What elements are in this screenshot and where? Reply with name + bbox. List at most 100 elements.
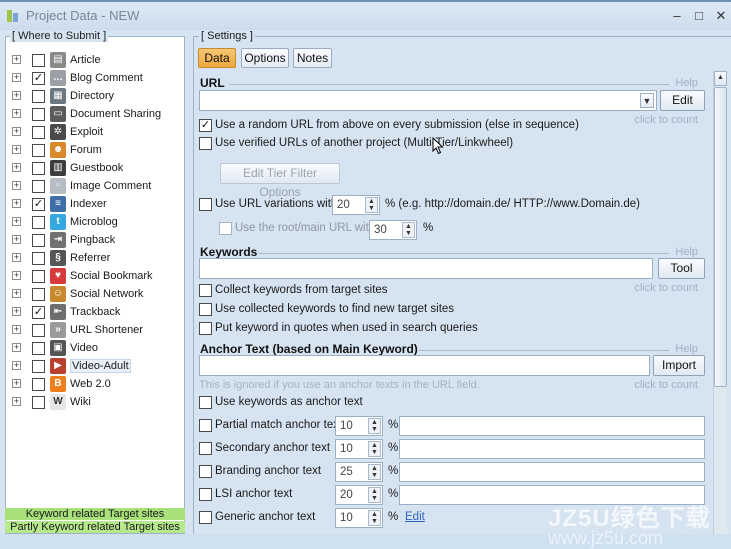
edit-tier-filter-button[interactable]: Edit Tier Filter Options bbox=[220, 163, 340, 199]
expand-icon[interactable]: + bbox=[12, 109, 21, 118]
submit-item[interactable]: + ⇥ Pingback bbox=[6, 231, 184, 249]
url-edit-button[interactable]: Edit bbox=[660, 90, 705, 111]
keyword-option[interactable]: Use collected keywords to find new targe… bbox=[197, 303, 707, 319]
expand-icon[interactable]: + bbox=[12, 379, 21, 388]
anchor-text-input[interactable] bbox=[199, 355, 650, 376]
stepper-arrows-icon[interactable]: ▲ ▼ bbox=[402, 222, 415, 238]
submit-item[interactable]: + ♥ Social Bookmark bbox=[6, 267, 184, 285]
expand-icon[interactable]: + bbox=[12, 361, 21, 370]
submit-item-checkbox[interactable] bbox=[32, 396, 45, 409]
anchor-text-field[interactable] bbox=[399, 416, 705, 436]
submit-item-checkbox[interactable] bbox=[32, 360, 45, 373]
root-url-checkbox[interactable] bbox=[219, 222, 232, 235]
url-variations-stepper[interactable]: 20 ▲ ▼ bbox=[332, 195, 380, 215]
expand-icon[interactable]: + bbox=[12, 163, 21, 172]
stepper-arrows-icon[interactable]: ▲ ▼ bbox=[368, 441, 381, 457]
submit-item-checkbox[interactable]: ✓ bbox=[32, 306, 45, 319]
anchor-percent-stepper[interactable]: 10 ▲ ▼ bbox=[335, 439, 383, 459]
submit-item-checkbox[interactable] bbox=[32, 126, 45, 139]
submit-item-checkbox[interactable] bbox=[32, 324, 45, 337]
keyword-option[interactable]: Put keyword in quotes when used in searc… bbox=[197, 322, 707, 338]
submit-item-checkbox[interactable] bbox=[32, 252, 45, 265]
submit-item[interactable]: + ✓ … Blog Comment bbox=[6, 69, 184, 87]
random-url-option[interactable]: ✓ Use a random URL from above on every s… bbox=[197, 119, 707, 135]
expand-icon[interactable]: + bbox=[12, 73, 21, 82]
submit-item[interactable]: + » URL Shortener bbox=[6, 321, 184, 339]
submit-item-checkbox[interactable] bbox=[32, 234, 45, 247]
anchor-click-to-count[interactable]: click to count bbox=[634, 379, 698, 391]
keywords-tool-button[interactable]: Tool bbox=[658, 258, 705, 279]
anchor-row-checkbox[interactable] bbox=[199, 442, 212, 455]
random-url-checkbox[interactable]: ✓ bbox=[199, 119, 212, 132]
keyword-option-checkbox[interactable] bbox=[199, 303, 212, 316]
anchor-help-link[interactable]: Help bbox=[675, 343, 698, 355]
anchor-text-field[interactable] bbox=[399, 439, 705, 459]
anchor-import-button[interactable]: Import bbox=[653, 355, 705, 376]
submit-item[interactable]: + ▭ Document Sharing bbox=[6, 105, 184, 123]
submit-item[interactable]: + § Referrer bbox=[6, 249, 184, 267]
tab-data[interactable]: Data bbox=[198, 48, 236, 68]
root-url-stepper[interactable]: 30 ▲ ▼ bbox=[369, 220, 417, 240]
submit-item-checkbox[interactable]: ✓ bbox=[32, 72, 45, 85]
scroll-thumb[interactable] bbox=[714, 87, 727, 387]
submit-item-checkbox[interactable] bbox=[32, 162, 45, 175]
anchor-row-checkbox[interactable] bbox=[199, 511, 212, 524]
root-url-option[interactable]: Use the root/main URL with bbox=[217, 222, 707, 238]
scroll-up-icon[interactable]: ▲ bbox=[714, 71, 727, 86]
anchor-percent-stepper[interactable]: 10 ▲ ▼ bbox=[335, 508, 383, 528]
expand-icon[interactable]: + bbox=[12, 307, 21, 316]
submit-item-checkbox[interactable] bbox=[32, 144, 45, 157]
submit-item[interactable]: + ✲ Exploit bbox=[6, 123, 184, 141]
stepper-arrows-icon[interactable]: ▲ ▼ bbox=[368, 418, 381, 434]
keywords-input[interactable] bbox=[199, 258, 653, 279]
url-input[interactable]: ▼ bbox=[199, 90, 657, 111]
submit-item[interactable]: + ▣ Video bbox=[6, 339, 184, 357]
close-button[interactable]: ✕ bbox=[712, 7, 730, 25]
submit-item[interactable]: + t Microblog bbox=[6, 213, 184, 231]
verified-urls-checkbox[interactable] bbox=[199, 137, 212, 150]
submit-item[interactable]: + W Wiki bbox=[6, 393, 184, 411]
expand-icon[interactable]: + bbox=[12, 325, 21, 334]
expand-icon[interactable]: + bbox=[12, 289, 21, 298]
keyword-option-checkbox[interactable] bbox=[199, 322, 212, 335]
url-dropdown-icon[interactable]: ▼ bbox=[640, 93, 654, 108]
submit-item[interactable]: + ▥ Guestbook bbox=[6, 159, 184, 177]
submit-item[interactable]: + ▤ Article bbox=[6, 51, 184, 69]
submit-item-checkbox[interactable] bbox=[32, 180, 45, 193]
stepper-arrows-icon[interactable]: ▲ ▼ bbox=[365, 197, 378, 213]
submit-item-checkbox[interactable] bbox=[32, 288, 45, 301]
expand-icon[interactable]: + bbox=[12, 235, 21, 244]
submit-item[interactable]: + ▦ Directory bbox=[6, 87, 184, 105]
keyword-related-bar[interactable]: Keyword related Target sites bbox=[5, 508, 185, 520]
submit-item-checkbox[interactable]: ✓ bbox=[32, 198, 45, 211]
expand-icon[interactable]: + bbox=[12, 181, 21, 190]
submit-item-checkbox[interactable] bbox=[32, 216, 45, 229]
anchor-percent-stepper[interactable]: 20 ▲ ▼ bbox=[335, 485, 383, 505]
anchor-percent-stepper[interactable]: 25 ▲ ▼ bbox=[335, 462, 383, 482]
anchor-text-field[interactable] bbox=[399, 462, 705, 482]
url-variations-checkbox[interactable] bbox=[199, 198, 212, 211]
submit-item[interactable]: + ☺ Social Network bbox=[6, 285, 184, 303]
stepper-arrows-icon[interactable]: ▲ ▼ bbox=[368, 510, 381, 526]
expand-icon[interactable]: + bbox=[12, 91, 21, 100]
expand-icon[interactable]: + bbox=[12, 271, 21, 280]
expand-icon[interactable]: + bbox=[12, 397, 21, 406]
submit-item-checkbox[interactable] bbox=[32, 54, 45, 67]
stepper-arrows-icon[interactable]: ▲ ▼ bbox=[368, 487, 381, 503]
submit-item-checkbox[interactable] bbox=[32, 378, 45, 391]
submit-item[interactable]: + ▶ Video-Adult bbox=[6, 357, 184, 375]
submit-item-checkbox[interactable] bbox=[32, 270, 45, 283]
submit-item[interactable]: + B Web 2.0 bbox=[6, 375, 184, 393]
expand-icon[interactable]: + bbox=[12, 217, 21, 226]
url-help-link[interactable]: Help bbox=[675, 77, 698, 89]
generic-anchor-edit-link[interactable]: Edit bbox=[405, 511, 425, 523]
submit-item[interactable]: + ▫ Image Comment bbox=[6, 177, 184, 195]
submit-item[interactable]: + ✓ ≡ Indexer bbox=[6, 195, 184, 213]
anchor-row-checkbox[interactable] bbox=[199, 419, 212, 432]
tab-options[interactable]: Options bbox=[241, 48, 289, 68]
minimize-button[interactable]: – bbox=[668, 7, 686, 25]
stepper-arrows-icon[interactable]: ▲ ▼ bbox=[368, 464, 381, 480]
keyword-option-checkbox[interactable] bbox=[199, 284, 212, 297]
submit-item[interactable]: + ☻ Forum bbox=[6, 141, 184, 159]
keyword-option[interactable]: Collect keywords from target sites bbox=[197, 284, 707, 300]
